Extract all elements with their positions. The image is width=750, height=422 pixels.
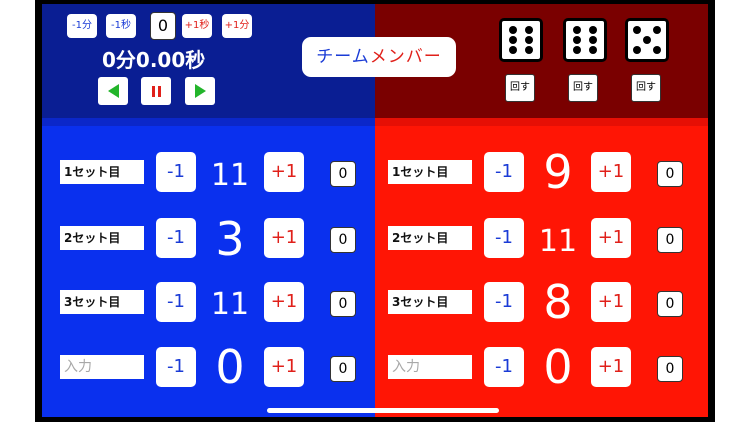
right-set-2-score: 11	[538, 224, 578, 259]
right-set-1-minus-button[interactable]: -1	[484, 152, 524, 192]
right-set-2-reset-button[interactable]: 0	[657, 227, 683, 253]
right-name-input[interactable]: 入力	[388, 355, 472, 379]
rewind-icon	[107, 84, 119, 98]
right-set-2-minus-button[interactable]: -1	[484, 218, 524, 258]
right-set-3-score: 8	[543, 275, 573, 329]
left-panel-shade	[42, 118, 375, 126]
play-icon	[194, 84, 206, 98]
right-set-1-score: 9	[543, 145, 573, 199]
left-set-3-plus-button[interactable]: +1	[264, 282, 304, 322]
timer-display: 0分0.00秒	[102, 48, 206, 72]
right-set-3-reset-button[interactable]: 0	[657, 291, 683, 317]
right-extra-plus-button[interactable]: +1	[591, 347, 631, 387]
die-2-icon	[563, 18, 607, 62]
right-set-3-minus-button[interactable]: -1	[484, 282, 524, 322]
team-members-label-blue: チーム	[316, 47, 370, 67]
left-set-1-reset-button[interactable]: 0	[330, 161, 356, 187]
roll-die-2-button[interactable]: 回す	[568, 74, 598, 102]
left-extra-minus-button[interactable]: -1	[156, 347, 196, 387]
left-set-1-label[interactable]: 1セット目	[60, 160, 144, 184]
left-extra-plus-button[interactable]: +1	[264, 347, 304, 387]
right-set-3-label[interactable]: 3セット目	[388, 290, 472, 314]
right-set-2-plus-button[interactable]: +1	[591, 218, 631, 258]
right-panel-shade	[375, 118, 708, 126]
left-set-2-plus-button[interactable]: +1	[264, 218, 304, 258]
left-set-1-minus-button[interactable]: -1	[156, 152, 196, 192]
timer-reset-button[interactable]: 0	[150, 12, 176, 40]
right-set-1-label[interactable]: 1セット目	[388, 160, 472, 184]
left-set-1-plus-button[interactable]: +1	[264, 152, 304, 192]
right-extra-reset-button[interactable]: 0	[657, 356, 683, 382]
pause-button[interactable]	[141, 77, 171, 105]
left-set-2-label[interactable]: 2セット目	[60, 226, 144, 250]
die-3-icon	[625, 18, 669, 62]
left-name-input[interactable]: 入力	[60, 355, 144, 379]
left-set-3-score: 11	[210, 287, 250, 322]
right-extra-minus-button[interactable]: -1	[484, 347, 524, 387]
team-members-button[interactable]: チームメンバー	[302, 37, 456, 77]
left-set-2-score: 3	[215, 212, 245, 266]
team-members-label-red: メンバー	[369, 47, 442, 67]
right-team-panel: 1セット目 -1 9 +1 0 2セット目 -1 11 +1 0 3セット目 -…	[375, 118, 708, 417]
left-set-3-minus-button[interactable]: -1	[156, 282, 196, 322]
left-team-panel: 1セット目 -1 11 +1 0 2セット目 -1 3 +1 0 3セット目 -…	[42, 118, 375, 417]
minus-second-button[interactable]: -1秒	[106, 14, 136, 38]
right-set-2-label[interactable]: 2セット目	[388, 226, 472, 250]
play-button[interactable]	[185, 77, 215, 105]
right-set-1-reset-button[interactable]: 0	[657, 161, 683, 187]
right-set-1-plus-button[interactable]: +1	[591, 152, 631, 192]
left-set-2-reset-button[interactable]: 0	[330, 227, 356, 253]
left-set-1-score: 11	[210, 158, 250, 193]
screen: -1分 -1秒 0 +1秒 +1分 0分0.00秒 回す 回す 回す チームメン…	[42, 4, 708, 417]
die-1-icon	[499, 18, 543, 62]
rewind-button[interactable]	[98, 77, 128, 105]
left-set-2-minus-button[interactable]: -1	[156, 218, 196, 258]
left-extra-reset-button[interactable]: 0	[330, 356, 356, 382]
right-set-3-plus-button[interactable]: +1	[591, 282, 631, 322]
minus-minute-button[interactable]: -1分	[67, 14, 97, 38]
roll-die-3-button[interactable]: 回す	[631, 74, 661, 102]
plus-minute-button[interactable]: +1分	[222, 14, 252, 38]
home-indicator[interactable]	[267, 408, 499, 413]
plus-second-button[interactable]: +1秒	[182, 14, 212, 38]
left-set-3-reset-button[interactable]: 0	[330, 291, 356, 317]
roll-die-1-button[interactable]: 回す	[505, 74, 535, 102]
left-extra-score: 0	[215, 340, 245, 394]
right-extra-score: 0	[543, 340, 573, 394]
device-frame: -1分 -1秒 0 +1秒 +1分 0分0.00秒 回す 回す 回す チームメン…	[35, 0, 715, 422]
pause-icon	[151, 85, 161, 97]
left-set-3-label[interactable]: 3セット目	[60, 290, 144, 314]
